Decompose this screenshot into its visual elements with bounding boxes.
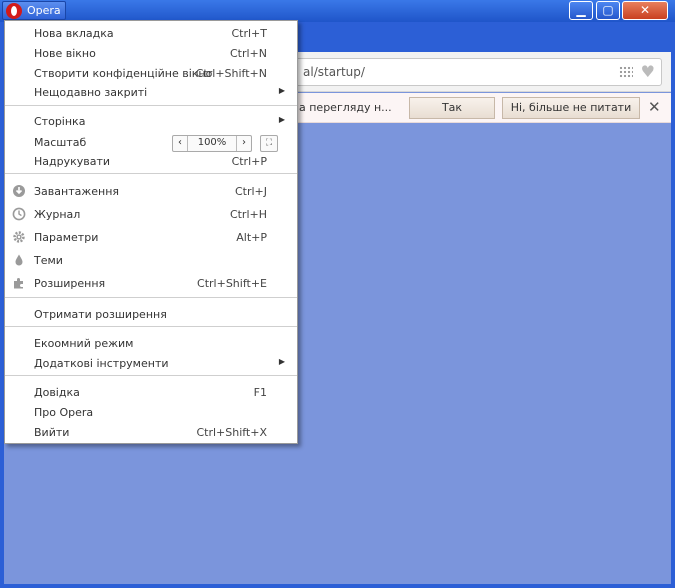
menu-label: Надрукувати	[34, 155, 111, 168]
info-no-button[interactable]: Ні, більше не питати	[502, 97, 640, 119]
menu-item-print[interactable]: Надрукувати Ctrl+P	[5, 152, 297, 172]
download-icon	[11, 184, 27, 200]
submenu-arrow-icon: ▶	[278, 357, 285, 366]
menu-item-private-window[interactable]: Створити конфіденційне вікно Ctrl+Shift+…	[5, 64, 297, 84]
menu-label: Про Opera	[34, 406, 94, 419]
heart-icon[interactable]: ♥	[641, 62, 655, 81]
menu-item-new-window[interactable]: Нове вікно Ctrl+N	[5, 44, 297, 64]
submenu-arrow-icon: ▶	[278, 115, 285, 124]
menu-separator	[5, 297, 297, 298]
menu-item-exit[interactable]: Вийти Ctrl+Shift+X	[5, 423, 297, 443]
menu-item-more-tools[interactable]: Додаткові інструменти ▶	[5, 354, 297, 374]
menu-item-get-extensions[interactable]: Отримати розширення	[5, 305, 297, 325]
menu-item-page[interactable]: Сторінка ▶	[5, 112, 297, 132]
menu-shortcut: Ctrl+J	[234, 185, 267, 198]
menu-separator	[5, 326, 297, 327]
menu-item-turbo[interactable]: Екоомний режим	[5, 334, 297, 354]
menu-item-about[interactable]: Про Opera	[5, 403, 297, 423]
menu-item-recently-closed[interactable]: Нещодавно закриті ▶	[5, 83, 297, 103]
menu-shortcut: Alt+P	[236, 231, 267, 244]
menu-shortcut: Ctrl+Shift+N	[195, 67, 267, 80]
info-yes-button[interactable]: Так	[409, 97, 495, 119]
gear-icon	[11, 230, 27, 246]
menu-shortcut: Ctrl+N	[229, 47, 267, 60]
menu-item-downloads[interactable]: Завантаження Ctrl+J	[5, 182, 297, 202]
menu-item-themes[interactable]: Теми	[5, 251, 297, 271]
submenu-arrow-icon: ▶	[278, 86, 285, 95]
menu-label: Параметри	[34, 231, 99, 244]
fullscreen-icon[interactable]: ⛶	[260, 135, 278, 152]
info-close-icon[interactable]: ✕	[648, 98, 661, 116]
menu-label: Теми	[34, 254, 63, 267]
minimize-button[interactable]: ▁	[569, 1, 593, 20]
menu-shortcut: Ctrl+Shift+E	[197, 277, 267, 290]
close-button[interactable]: ✕	[622, 1, 668, 20]
clock-icon	[11, 207, 27, 223]
menu-separator	[5, 375, 297, 376]
menu-shortcut: F1	[253, 386, 267, 399]
menu-label: Вийти	[34, 426, 70, 439]
menu-item-settings[interactable]: Параметри Alt+P	[5, 228, 297, 248]
menu-label: Журнал	[34, 208, 81, 221]
menu-label: Довідка	[34, 386, 80, 399]
opera-main-menu: Нова вкладка Ctrl+T Нове вікно Ctrl+N Ст…	[4, 20, 298, 444]
opera-menu-label: Opera	[27, 4, 61, 17]
menu-label: Сторінка	[34, 115, 86, 128]
menu-label: Нове вікно	[34, 47, 96, 60]
menu-label: Масштаб	[34, 136, 87, 149]
menu-separator	[5, 173, 297, 174]
zoom-out-button[interactable]: ‹	[173, 136, 188, 151]
menu-label: Завантаження	[34, 185, 120, 198]
menu-label: Отримати розширення	[34, 308, 167, 321]
menu-item-extensions[interactable]: Розширення Ctrl+Shift+E	[5, 274, 297, 294]
address-text[interactable]: al/startup/	[303, 65, 365, 79]
zoom-in-button[interactable]: ›	[236, 136, 251, 151]
menu-item-zoom: Масштаб ‹ 100% › ⛶	[5, 133, 297, 153]
zoom-value: 100%	[197, 137, 227, 148]
menu-shortcut: Ctrl+T	[231, 27, 267, 40]
puzzle-icon	[11, 276, 27, 292]
title-bar: Opera ▁ ▢ ✕	[0, 0, 675, 22]
menu-shortcut: Ctrl+P	[231, 155, 267, 168]
maximize-button[interactable]: ▢	[596, 1, 620, 20]
speed-dial-icon[interactable]	[619, 66, 633, 78]
menu-label: Створити конфіденційне вікно	[34, 67, 213, 80]
menu-label: Екоомний режим	[34, 337, 134, 350]
menu-label: Нова вкладка	[34, 27, 114, 40]
menu-item-help[interactable]: Довідка F1	[5, 383, 297, 403]
menu-shortcut: Ctrl+Shift+X	[196, 426, 267, 439]
menu-label: Додаткові інструменти	[34, 357, 169, 370]
menu-shortcut: Ctrl+H	[229, 208, 267, 221]
menu-label: Нещодавно закриті	[34, 86, 148, 99]
info-bar-text: а перегляду н...	[299, 101, 392, 114]
menu-item-history[interactable]: Журнал Ctrl+H	[5, 205, 297, 225]
menu-item-new-tab[interactable]: Нова вкладка Ctrl+T	[5, 24, 297, 44]
opera-menu-button[interactable]: Opera	[2, 1, 66, 20]
opera-logo-icon	[6, 3, 22, 19]
menu-label: Розширення	[34, 277, 106, 290]
menu-separator	[5, 105, 297, 106]
zoom-control: ‹ 100% ›	[172, 135, 252, 152]
drop-icon	[11, 253, 27, 269]
